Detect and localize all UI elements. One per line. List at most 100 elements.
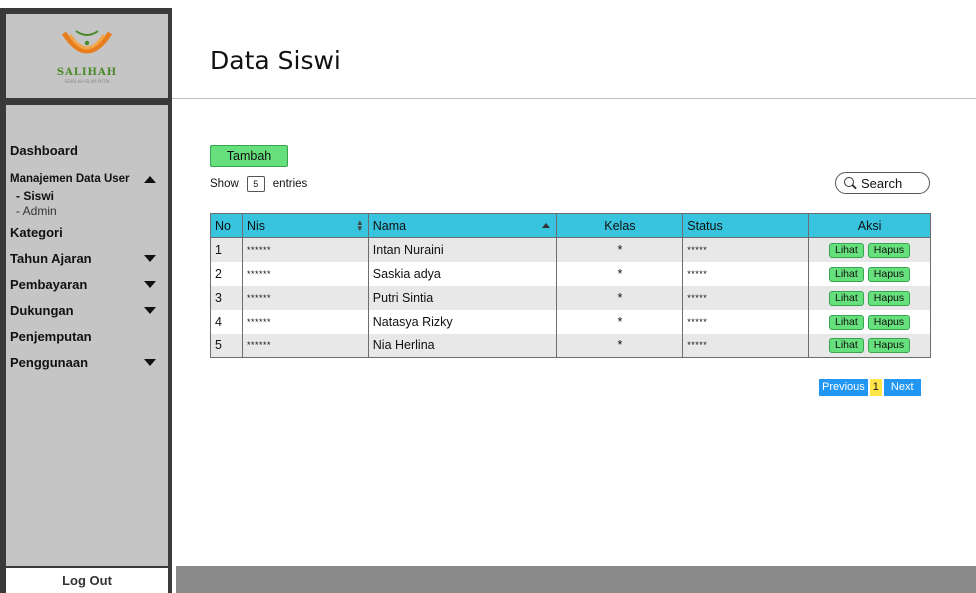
column-header-status[interactable]: Status [682, 213, 810, 238]
cell-nama: Nia Herlina [367, 333, 558, 358]
delete-button[interactable]: Hapus [867, 314, 911, 330]
sort-both-icon: ▲ ▼ [355, 217, 364, 233]
cell-kelas: * [556, 285, 684, 310]
cell-no: 2 [210, 261, 243, 286]
view-button[interactable]: Lihat [828, 314, 864, 330]
cell-nis: ****** [241, 285, 369, 310]
sidebar-item-label: Penjemputan [10, 328, 92, 344]
cell-nis: ****** [241, 309, 369, 334]
logo-emblem-icon [61, 29, 113, 53]
entries-label: entries [272, 178, 308, 190]
view-button[interactable]: Lihat [828, 242, 864, 258]
logo: SALIHAH SEKOLAH ISLAM PUTRI [6, 14, 168, 98]
table-row: 2 ****** Saskia adya * ***** Lihat Hapus [210, 261, 931, 286]
view-button[interactable]: Lihat [828, 266, 864, 282]
sidebar-item-dashboard[interactable]: Dashboard [10, 137, 168, 163]
search-label: Search [861, 175, 903, 191]
column-label: Kelas [604, 218, 636, 233]
cell-nama: Natasya Rizky [367, 309, 558, 334]
sidebar-item-dukungan[interactable]: Dukungan [10, 297, 168, 323]
column-header-nama[interactable]: Nama [367, 213, 558, 238]
delete-button[interactable]: Hapus [867, 338, 911, 354]
view-button[interactable]: Lihat [828, 290, 864, 306]
sidebar-item-label: Penggunaan [10, 354, 89, 370]
page-title: Data Siswi [210, 46, 341, 75]
cell-no: 1 [210, 237, 243, 262]
cell-nama: Putri Sintia [367, 285, 558, 310]
students-table: No Nis ▲ ▼ Nama Kelas Status Aksi 1 *****… [210, 213, 931, 358]
column-label: Aksi [857, 218, 882, 233]
caret-up-icon [144, 175, 156, 183]
cell-nis: ****** [241, 237, 369, 262]
sidebar-subitem-admin[interactable]: - Admin [10, 204, 168, 219]
table-row: 1 ****** Intan Nuraini * ***** Lihat Hapu… [210, 237, 931, 262]
sidebar-item-manajemen-data-user[interactable]: Manajemen Data User [10, 169, 168, 189]
previous-page-button[interactable]: Previous [819, 379, 868, 396]
cell-kelas: * [556, 261, 684, 286]
column-label: Status [687, 218, 723, 233]
sidebar-item-label: Dashboard [10, 142, 78, 158]
cell-status: ***** [682, 309, 810, 334]
logout-button[interactable]: Log Out [6, 568, 168, 593]
cell-aksi: Lihat Hapus [808, 285, 931, 310]
page-header: Data Siswi [172, 8, 976, 99]
cell-status: ***** [682, 237, 810, 262]
column-label: Nama [372, 218, 407, 233]
column-header-aksi: Aksi [808, 213, 931, 238]
sort-ascending-icon [542, 223, 551, 228]
cell-aksi: Lihat Hapus [808, 261, 931, 286]
cell-kelas: * [556, 309, 684, 334]
cell-kelas: * [556, 237, 684, 262]
sidebar-item-kategori[interactable]: Kategori [10, 219, 168, 245]
column-header-kelas[interactable]: Kelas [556, 213, 684, 238]
column-label: Nis [246, 218, 266, 233]
cell-status: ***** [682, 261, 810, 286]
delete-button[interactable]: Hapus [867, 242, 911, 258]
view-button[interactable]: Lihat [828, 338, 864, 354]
sidebar-item-label: Dukungan [10, 302, 74, 318]
search-icon [844, 176, 857, 190]
sidebar-item-label: Manajemen Data User [10, 173, 130, 185]
cell-aksi: Lihat Hapus [808, 333, 931, 358]
cell-nis: ****** [241, 333, 369, 358]
column-header-no[interactable]: No [210, 213, 243, 238]
cell-nama: Saskia adya [367, 261, 558, 286]
sidebar-item-pembayaran[interactable]: Pembayaran [10, 271, 168, 297]
delete-button[interactable]: Hapus [867, 266, 911, 282]
search-input[interactable]: Search [835, 172, 930, 194]
entries-control: Show 5 entries [210, 176, 307, 192]
sidebar-item-penggunaan[interactable]: Penggunaan [10, 349, 168, 375]
table-row: 5 ****** Nia Herlina * ***** Lihat Hapus [210, 333, 931, 358]
sidebar-item-penjemputan[interactable]: Penjemputan [10, 323, 168, 349]
sidebar-item-label: Pembayaran [10, 276, 88, 292]
entries-select[interactable]: 5 [246, 176, 265, 192]
sidebar-item-label: Kategori [10, 224, 63, 240]
pagination: Previous 1 Next [819, 379, 921, 396]
delete-button[interactable]: Hapus [867, 290, 911, 306]
cell-aksi: Lihat Hapus [808, 237, 931, 262]
caret-down-icon [144, 306, 156, 314]
cell-nis: ****** [241, 261, 369, 286]
cell-nama: Intan Nuraini [367, 237, 558, 262]
cell-status: ***** [682, 285, 810, 310]
footer-bar [176, 566, 976, 593]
sidebar-item-label: Tahun Ajaran [10, 250, 92, 266]
add-button[interactable]: Tambah [210, 145, 288, 167]
cell-aksi: Lihat Hapus [808, 309, 931, 334]
cell-status: ***** [682, 333, 810, 358]
cell-kelas: * [556, 333, 684, 358]
sidebar-subitem-siswi[interactable]: - Siswi [10, 189, 168, 204]
sidebar-item-tahun-ajaran[interactable]: Tahun Ajaran [10, 245, 168, 271]
caret-down-icon [144, 280, 156, 288]
column-header-nis[interactable]: Nis ▲ ▼ [241, 213, 369, 238]
page-number-button[interactable]: 1 [869, 379, 882, 396]
next-page-button[interactable]: Next [883, 379, 921, 396]
show-label: Show [210, 178, 239, 190]
logo-brand-text: SALIHAH [56, 66, 118, 78]
table-row: 4 ****** Natasya Rizky * ***** Lihat Hapu… [210, 309, 931, 334]
table-row: 3 ****** Putri Sintia * ***** Lihat Hapus [210, 285, 931, 310]
top-border [0, 0, 976, 8]
cell-no: 3 [210, 285, 243, 310]
caret-down-icon [144, 254, 156, 262]
column-label: No [215, 218, 231, 233]
